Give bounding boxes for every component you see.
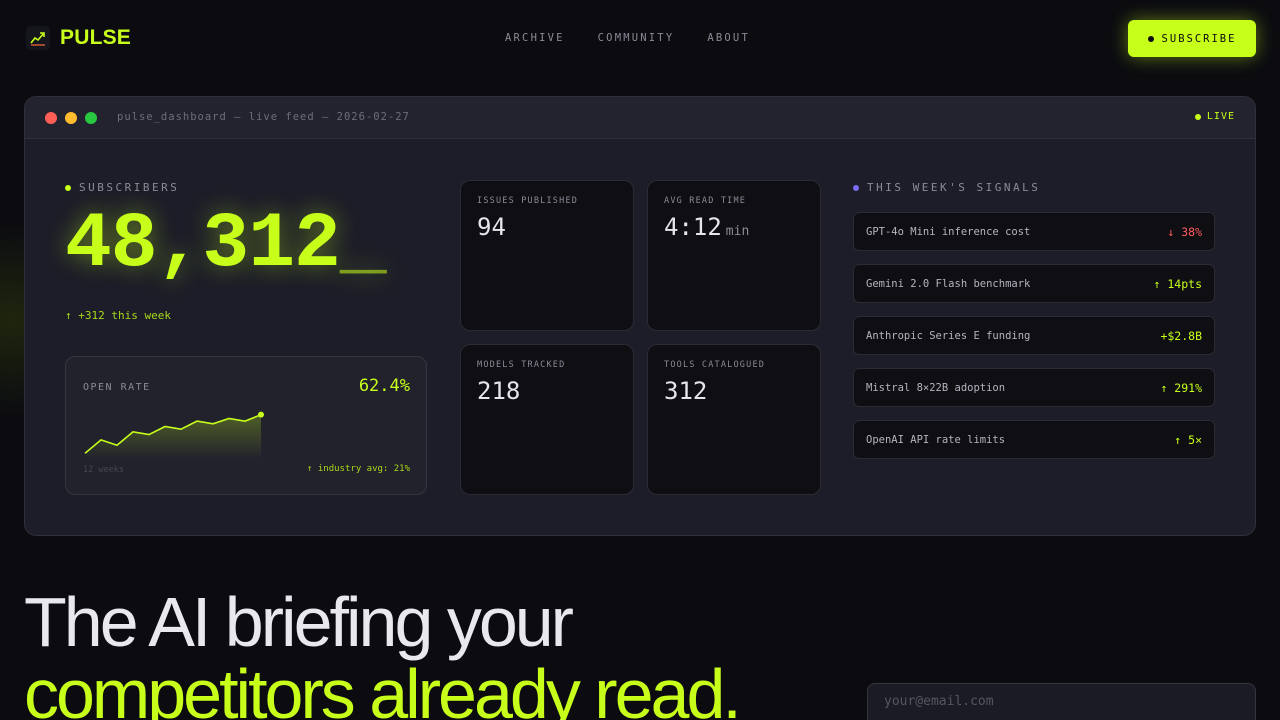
signal-value: ↑ 291% <box>1160 380 1202 395</box>
subscriber-count-value: 48,312 <box>65 201 341 289</box>
cursor-glyph: _ <box>339 201 387 289</box>
signal-row[interactable]: Anthropic Series E funding +$2.8B <box>853 316 1215 355</box>
stat-tile-issues: ISSUES PUBLISHED 94 <box>460 180 634 331</box>
dashboard-window: pulse_dashboard — live feed — 2026-02-27… <box>24 96 1256 536</box>
window-controls <box>45 112 97 124</box>
stat-label: AVG READ TIME <box>664 196 747 206</box>
live-label: LIVE <box>1206 111 1235 122</box>
signal-value: ↑ 14pts <box>1153 276 1202 291</box>
trend-chart-icon <box>26 26 50 50</box>
hero-headline-line2: competitors already read. <box>24 655 742 720</box>
stat-label: MODELS TRACKED <box>477 360 566 370</box>
stat-number: 312 <box>664 377 708 405</box>
bullet-dot-icon <box>65 184 71 191</box>
open-rate-industry: ↑ industry avg: 21% <box>307 464 410 474</box>
stat-tile-tools: TOOLS CATALOGUED 312 <box>647 344 821 495</box>
signal-row[interactable]: GPT-4o Mini inference cost ↓ 38% <box>853 212 1215 251</box>
minimize-dot-icon[interactable] <box>65 112 77 124</box>
stat-label: ISSUES PUBLISHED <box>477 196 579 206</box>
nav-link-about[interactable]: ABOUT <box>707 32 750 44</box>
email-input[interactable] <box>867 683 1256 720</box>
nav-link-archive[interactable]: ARCHIVE <box>505 32 565 44</box>
subscribers-label-text: SUBSCRIBERS <box>79 181 180 194</box>
open-rate-value: 62.4% <box>358 376 410 396</box>
maximize-dot-icon[interactable] <box>85 112 97 124</box>
signal-row[interactable]: Gemini 2.0 Flash benchmark ↑ 14pts <box>853 264 1215 303</box>
stat-number: 94 <box>477 213 506 241</box>
stat-number: 218 <box>477 377 521 405</box>
nav-links: ARCHIVE COMMUNITY ABOUT <box>505 32 750 44</box>
brand-logo[interactable]: PULSE <box>26 26 131 50</box>
stat-tile-models: MODELS TRACKED 218 <box>460 344 634 495</box>
dot-icon <box>1147 35 1154 42</box>
window-title: pulse_dashboard — live feed — 2026-02-27 <box>117 111 410 123</box>
stat-value: 94 <box>477 213 506 241</box>
signals-label: THIS WEEK'S SIGNALS <box>853 181 1040 194</box>
stat-value: 218 <box>477 377 520 405</box>
stat-label: TOOLS CATALOGUED <box>664 360 766 370</box>
bullet-dot-icon <box>853 184 859 191</box>
signal-name: OpenAI API rate limits <box>866 433 1006 446</box>
sparkline-endpoint <box>258 411 264 418</box>
signal-name: Gemini 2.0 Flash benchmark <box>866 277 1031 290</box>
stat-number: 4:12 <box>664 213 722 241</box>
hero-headline-line1: The AI briefing your <box>24 583 574 661</box>
close-dot-icon[interactable] <box>45 112 57 124</box>
top-nav: PULSE ARCHIVE COMMUNITY ABOUT SUBSCRIBE <box>0 0 1280 76</box>
live-badge: LIVE <box>1194 111 1235 122</box>
subscribe-button[interactable]: SUBSCRIBE <box>1128 20 1256 57</box>
brand-name: PULSE <box>60 26 132 49</box>
signal-row[interactable]: OpenAI API rate limits ↑ 5× <box>853 420 1215 459</box>
subscriber-growth: ↑ +312 this week <box>65 309 171 322</box>
subscribe-label: SUBSCRIBE <box>1161 32 1237 45</box>
signal-name: GPT-4o Mini inference cost <box>866 225 1031 238</box>
stat-unit: min <box>725 224 750 239</box>
live-dot-icon <box>1194 113 1201 120</box>
signal-row[interactable]: Mistral 8×22B adoption ↑ 291% <box>853 368 1215 407</box>
sparkline-area <box>85 414 261 459</box>
open-rate-label: OPEN RATE <box>83 382 151 393</box>
signal-value: ↓ 38% <box>1167 224 1202 239</box>
window-titlebar: pulse_dashboard — live feed — 2026-02-27… <box>25 97 1255 139</box>
nav-link-community[interactable]: COMMUNITY <box>598 32 675 44</box>
open-rate-weeks: 12 weeks <box>83 465 124 475</box>
signal-value: ↑ 5× <box>1174 432 1202 447</box>
signal-value: +$2.8B <box>1160 328 1202 343</box>
subscriber-count: 48,312_ <box>65 201 387 289</box>
signals-label-text: THIS WEEK'S SIGNALS <box>867 181 1041 194</box>
open-rate-sparkline <box>84 411 264 459</box>
subscribers-label: SUBSCRIBERS <box>65 181 179 194</box>
stat-tile-read-time: AVG READ TIME 4:12 min <box>647 180 821 331</box>
open-rate-card: OPEN RATE 62.4% 12 weeks ↑ industry avg:… <box>65 356 427 495</box>
signal-name: Mistral 8×22B adoption <box>866 381 1006 394</box>
stat-value: 4:12 min <box>664 213 749 241</box>
stat-value: 312 <box>664 377 707 405</box>
signal-name: Anthropic Series E funding <box>866 329 1031 342</box>
